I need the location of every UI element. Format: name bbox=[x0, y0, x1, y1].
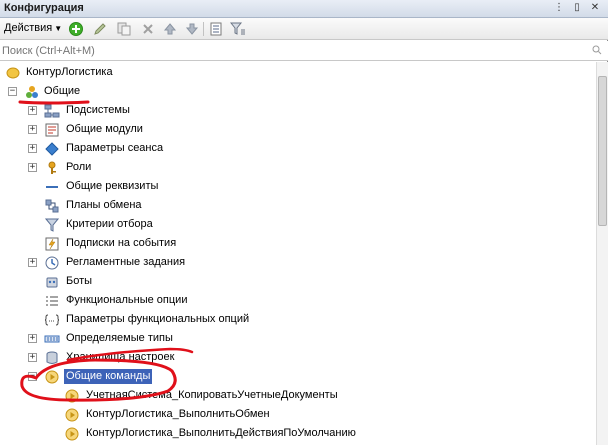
expand-toggle[interactable]: + bbox=[28, 353, 37, 362]
tree-item-label: Общие реквизиты bbox=[66, 180, 159, 192]
tree-item-common-attributes[interactable]: Общие реквизиты bbox=[0, 177, 596, 196]
tree-item-label: УчетнаяСистема_КопироватьУчетныеДокумент… bbox=[86, 389, 338, 401]
expand-toggle[interactable]: + bbox=[28, 163, 37, 172]
tree-item-label: Подписки на события bbox=[66, 237, 177, 249]
configuration-tree: КонтурЛогистика − Общие + Подсистемы + О… bbox=[0, 62, 596, 445]
tree-item-functional-options[interactable]: Функциональные опции bbox=[0, 291, 596, 310]
tree-item-label: КонтурЛогистика_ВыполнитьОбмен bbox=[86, 408, 270, 420]
tree-item-label: Регламентные задания bbox=[66, 256, 186, 268]
roles-icon bbox=[44, 160, 60, 176]
expand-toggle[interactable]: + bbox=[28, 334, 37, 343]
common-commands-icon bbox=[44, 369, 60, 385]
tree-item-common-modules[interactable]: + Общие модули bbox=[0, 120, 596, 139]
move-down-icon[interactable] bbox=[184, 21, 200, 37]
edit-icon[interactable] bbox=[92, 21, 108, 37]
collapse-toggle[interactable]: − bbox=[28, 372, 37, 381]
scheduled-jobs-icon bbox=[44, 255, 60, 271]
tree-root[interactable]: КонтурЛогистика bbox=[0, 63, 596, 82]
filter-criteria-icon bbox=[44, 217, 60, 233]
tree-item-exchange-plans[interactable]: Планы обмена bbox=[0, 196, 596, 215]
title-bar: Конфигурация ⋮ ▯ ✕ bbox=[0, 0, 608, 18]
tree-item-roles[interactable]: + Роли bbox=[0, 158, 596, 177]
tree-item-label: Параметры функциональных опций bbox=[66, 313, 250, 325]
add-icon[interactable] bbox=[68, 21, 84, 37]
configuration-root-icon bbox=[5, 65, 21, 81]
tree-item-subsystems[interactable]: + Подсистемы bbox=[0, 101, 596, 120]
command-icon bbox=[64, 426, 80, 442]
tree-item-label: Планы обмена bbox=[66, 199, 142, 211]
more-icon[interactable]: ⋮ bbox=[552, 1, 566, 15]
delete-icon[interactable] bbox=[140, 21, 156, 37]
collapse-toggle[interactable]: − bbox=[8, 87, 17, 96]
tree-item-label: КонтурЛогистика_ВыполнитьДействияПоУмолч… bbox=[86, 427, 356, 439]
defined-types-icon bbox=[44, 331, 60, 347]
functional-options-params-icon bbox=[44, 312, 60, 328]
tree-item-common-commands[interactable]: − Общие команды bbox=[0, 367, 596, 386]
tree-item-settings-storages[interactable]: + Хранилища настроек bbox=[0, 348, 596, 367]
common-modules-icon bbox=[44, 122, 60, 138]
tree-item-defined-types[interactable]: + Определяемые типы bbox=[0, 329, 596, 348]
filter-icon[interactable] bbox=[230, 21, 246, 37]
tree-root-label: КонтурЛогистика bbox=[26, 66, 113, 78]
settings-storages-icon bbox=[44, 350, 60, 366]
scrollbar-thumb[interactable] bbox=[598, 76, 607, 226]
common-attributes-icon bbox=[44, 179, 60, 195]
list-icon[interactable] bbox=[208, 21, 224, 37]
session-params-icon bbox=[44, 141, 60, 157]
toolbar-separator bbox=[203, 22, 204, 36]
search-icon[interactable] bbox=[592, 45, 602, 55]
tree-item-label: Подсистемы bbox=[66, 104, 130, 116]
command-icon bbox=[64, 407, 80, 423]
tree-item-label: Функциональные опции bbox=[66, 294, 188, 306]
vertical-scrollbar[interactable] bbox=[596, 62, 608, 445]
search-bar bbox=[0, 41, 608, 61]
command-icon bbox=[64, 388, 80, 404]
dropdown-caret-icon: ▼ bbox=[54, 24, 63, 33]
tree-item-label: Параметры сеанса bbox=[66, 142, 164, 154]
tree-item-scheduled-jobs[interactable]: + Регламентные задания bbox=[0, 253, 596, 272]
tree-node-common-label: Общие bbox=[44, 85, 81, 97]
expand-toggle[interactable]: + bbox=[28, 125, 37, 134]
tree-item-label: Критерии отбора bbox=[66, 218, 153, 230]
functional-options-icon bbox=[44, 293, 60, 309]
expand-toggle[interactable]: + bbox=[28, 106, 37, 115]
tree-item-label: Роли bbox=[66, 161, 92, 173]
expand-toggle[interactable]: + bbox=[28, 258, 37, 267]
tree-item-session-params[interactable]: + Параметры сеанса bbox=[0, 139, 596, 158]
close-icon[interactable]: ✕ bbox=[588, 1, 602, 15]
subsystems-icon bbox=[44, 103, 60, 119]
tree-item-filter-criteria[interactable]: Критерии отбора bbox=[0, 215, 596, 234]
tree-item-label: Общие модули bbox=[66, 123, 143, 135]
search-input[interactable] bbox=[2, 43, 602, 59]
tree-item-command[interactable]: УчетнаяСистема_КопироватьУчетныеДокумент… bbox=[0, 386, 596, 405]
tree-item-label: Хранилища настроек bbox=[66, 351, 175, 363]
window-title: Конфигурация bbox=[4, 2, 84, 14]
copy-icon[interactable] bbox=[116, 21, 132, 37]
actions-menu[interactable]: Действия ▼ bbox=[4, 22, 62, 34]
toolbar: Действия ▼ bbox=[0, 18, 608, 40]
actions-label: Действия bbox=[4, 22, 53, 34]
maximize-icon[interactable]: ▯ bbox=[570, 1, 584, 15]
tree-item-functional-options-params[interactable]: Параметры функциональных опций bbox=[0, 310, 596, 329]
tree-item-label: Определяемые типы bbox=[66, 332, 173, 344]
tree-item-command[interactable]: КонтурЛогистика_ВыполнитьДействияПоУмолч… bbox=[0, 424, 596, 443]
configuration-window: Конфигурация ⋮ ▯ ✕ Действия ▼ Поиск (Ctr… bbox=[0, 0, 608, 445]
tree-item-label: Общие команды bbox=[64, 369, 153, 384]
expand-toggle[interactable]: + bbox=[28, 144, 37, 153]
tree-item-command[interactable]: КонтурЛогистика_ВыполнитьОбмен bbox=[0, 405, 596, 424]
move-up-icon[interactable] bbox=[162, 21, 178, 37]
event-subscriptions-icon bbox=[44, 236, 60, 252]
bots-icon bbox=[44, 274, 60, 290]
tree-item-label: Боты bbox=[66, 275, 93, 287]
common-group-icon bbox=[24, 84, 40, 100]
exchange-plans-icon bbox=[44, 198, 60, 214]
tree-node-common[interactable]: − Общие bbox=[0, 82, 596, 101]
tree-item-bots[interactable]: Боты bbox=[0, 272, 596, 291]
tree-item-event-subscriptions[interactable]: Подписки на события bbox=[0, 234, 596, 253]
